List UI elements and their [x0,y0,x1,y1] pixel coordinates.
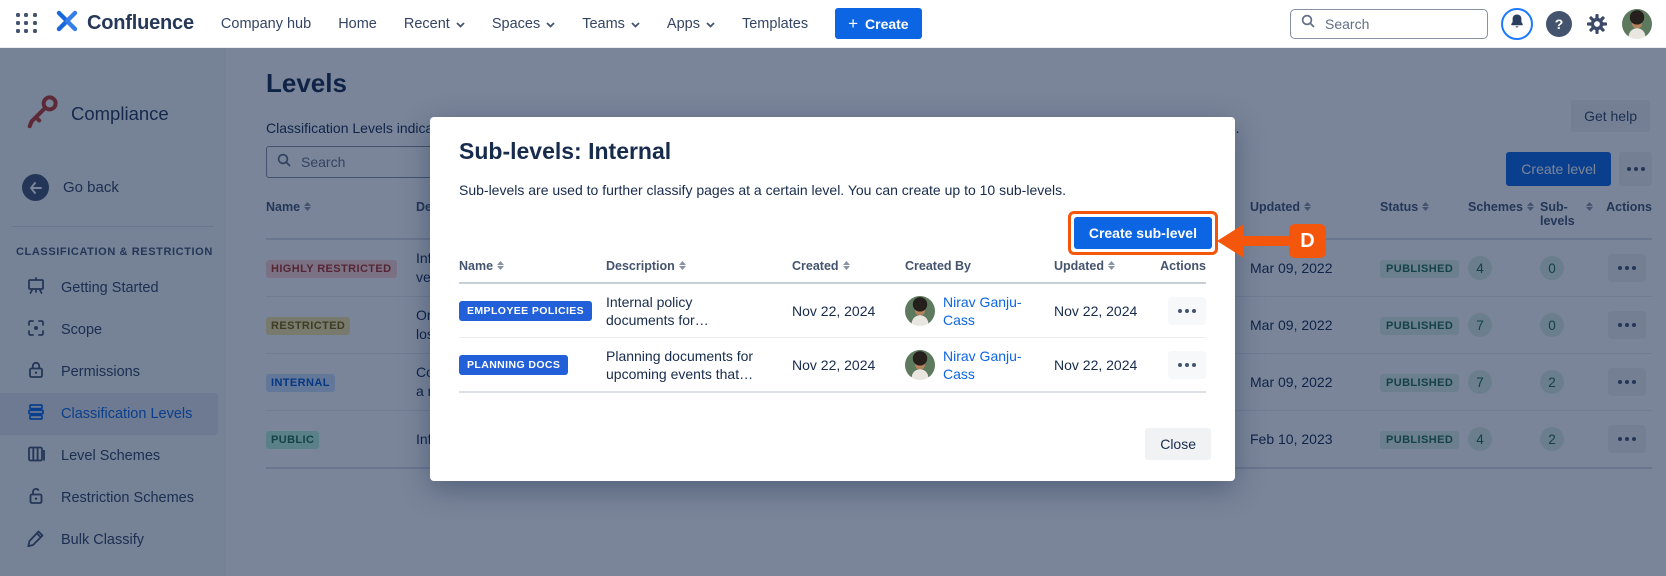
sublevel-description: upcoming events that… [606,365,792,383]
search-icon [1301,14,1315,33]
column-header-updated[interactable]: Updated [1054,259,1159,273]
nav-item-company-hub[interactable]: Company hub [221,16,311,32]
sublevel-badge: EMPLOYEE POLICIES [459,301,592,321]
nav-item-apps[interactable]: Apps [667,16,715,32]
create-button[interactable]: + Create [835,8,922,39]
user-link[interactable]: Nirav Ganju-Cass [943,293,1035,329]
nav-item-home[interactable]: Home [338,16,377,32]
nav-item-recent[interactable]: Recent [404,16,465,32]
column-header-name[interactable]: Name [459,259,606,273]
annotation-arrow-shaft [1240,236,1292,246]
create-sublevel-button[interactable]: Create sub-level [1074,217,1212,249]
chevron-down-icon [546,16,555,32]
sublevel-description: documents for… [606,311,792,329]
updated-date: Nov 22, 2024 [1054,303,1159,319]
annotation-highlight-box: Create sub-level [1068,211,1218,255]
modal-toolbar: Create sub-level [459,211,1218,255]
user-link[interactable]: Nirav Ganju-Cass [943,347,1035,383]
user-avatar [905,350,935,380]
app-switcher-icon[interactable] [14,11,40,37]
sublevel-row: PLANNING DOCS Planning documents forupco… [459,338,1206,393]
nav-item-templates[interactable]: Templates [742,16,808,32]
user-avatar[interactable] [1622,9,1652,39]
confluence-logo-icon [54,8,80,39]
bell-icon [1509,13,1525,34]
row-actions-button[interactable] [1168,351,1206,379]
chevron-down-icon [631,16,640,32]
row-actions-button[interactable] [1168,297,1206,325]
product-name: Confluence [87,12,194,35]
column-header-created-by: Created By [905,259,1054,273]
sublevel-description: Planning documents for [606,347,792,365]
settings-gear-icon[interactable] [1585,12,1609,36]
topnav-right: ? [1290,8,1652,40]
chevron-down-icon [456,16,465,32]
screen: Confluence Company hub Home Recent Space… [0,0,1666,576]
user-avatar [905,296,935,326]
confluence-logo[interactable]: Confluence [54,8,194,39]
modal-title: Sub-levels: Internal [459,138,1206,165]
sublevel-row: EMPLOYEE POLICIES Internal policydocumen… [459,284,1206,338]
annotation-step-badge: D [1289,224,1326,258]
sort-icon [679,259,686,270]
sublevel-description: Internal policy [606,293,792,311]
nav-links: Company hub Home Recent Spaces Teams App… [221,16,808,32]
global-search[interactable] [1290,9,1488,39]
nav-item-teams[interactable]: Teams [582,16,640,32]
nav-item-spaces[interactable]: Spaces [492,16,555,32]
sublevel-badge: PLANNING DOCS [459,355,568,375]
sublevels-modal: Sub-levels: Internal Sub-levels are used… [430,117,1235,481]
sort-icon [843,259,850,270]
column-header-actions: Actions [1159,259,1206,273]
sublevels-table: Name Description Created Created By Upda… [459,259,1206,393]
plus-icon: + [848,15,858,32]
updated-date: Nov 22, 2024 [1054,357,1159,373]
sublevels-table-header: Name Description Created Created By Upda… [459,259,1206,284]
help-button[interactable]: ? [1546,11,1572,37]
search-input[interactable] [1323,15,1477,33]
modal-description: Sub-levels are used to further classify … [459,182,1206,198]
sort-icon [497,259,504,270]
top-navigation: Confluence Company hub Home Recent Space… [0,0,1666,48]
chevron-down-icon [706,16,715,32]
notifications-button[interactable] [1501,8,1533,40]
column-header-description[interactable]: Description [606,259,792,273]
sort-icon [1108,259,1115,270]
created-date: Nov 22, 2024 [792,357,905,373]
question-icon: ? [1555,16,1564,32]
created-date: Nov 22, 2024 [792,303,905,319]
column-header-created[interactable]: Created [792,259,905,273]
close-button[interactable]: Close [1145,428,1211,460]
